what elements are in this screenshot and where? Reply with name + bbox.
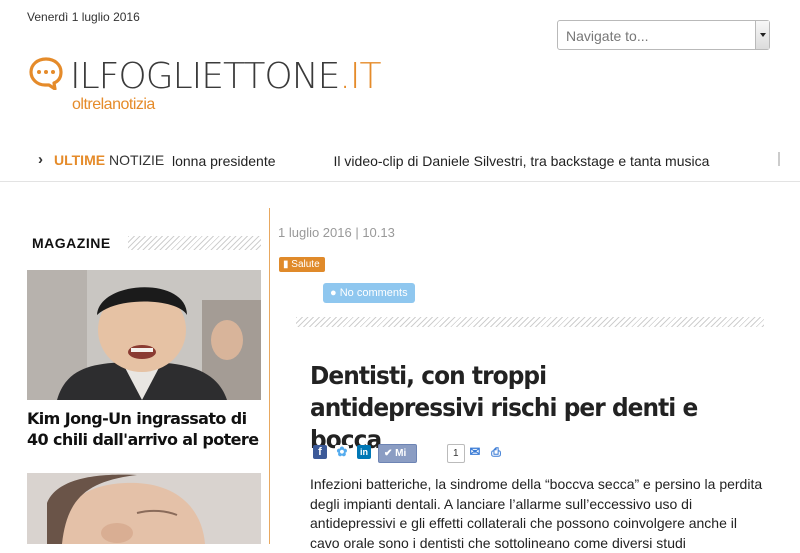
logo-tld: .IT (339, 56, 381, 97)
logo-tagline: oltrelanotizia (72, 96, 155, 113)
post-date: 1 luglio 2016 | 10.13 (278, 225, 395, 240)
chevron-right-icon: › (38, 151, 43, 168)
kim-jong-un-photo (27, 270, 261, 400)
category-label: Salute (291, 259, 320, 270)
ticker-label-strong: ULTIME (54, 152, 106, 168)
ticker-title: ULTIME NOTIZIE (54, 152, 164, 168)
chevron-down-icon[interactable] (755, 21, 769, 49)
sidebar-article-title[interactable]: Kim Jong-Un ingrassato di 40 chili dall'… (27, 408, 261, 450)
print-icon[interactable]: ⎙ (489, 445, 503, 459)
linkedin-icon[interactable]: in (357, 445, 371, 459)
twitter-icon[interactable]: ✿ (335, 445, 349, 459)
folder-icon: ▮ (283, 259, 289, 270)
article-divider-stripes (296, 317, 764, 327)
chat-bubble-logo-icon (29, 57, 63, 90)
navigate-select-value: Navigate to... (566, 28, 649, 44)
comments-badge[interactable]: ● No comments (323, 283, 415, 303)
sidebar-article-image[interactable] (27, 473, 261, 544)
article-title: Dentisti, con troppi antidepressivi risc… (310, 361, 698, 454)
sidebar-title: MAGAZINE (32, 235, 111, 251)
email-icon[interactable]: ✉ (468, 445, 482, 459)
like-count: 1 (447, 444, 465, 463)
ticker-divider (778, 152, 780, 166)
like-button[interactable]: ✔ Mi piace (378, 444, 417, 476)
header-divider (0, 181, 800, 182)
comment-icon: ● (330, 287, 337, 299)
checkmark-icon: ✔ (384, 448, 393, 459)
logo-name: ILFOGLIETTONE (70, 56, 340, 97)
ticker-label-rest: NOTIZIE (108, 152, 165, 168)
ticker-list: lonna presidente Il video-clip di Daniele… (172, 153, 767, 169)
article-body: Infezioni batteriche, la sindrome della … (310, 476, 763, 551)
current-date: Venerdì 1 luglio 2016 (27, 10, 140, 24)
logo-wordmark: ILFOGLIETTONE.IT (70, 56, 381, 97)
column-divider (269, 208, 270, 544)
sidebar-title-stripes (128, 236, 261, 250)
comments-label: No comments (339, 287, 408, 299)
sidebar-article-image[interactable] (27, 270, 261, 400)
category-badge[interactable]: ▮ Salute (279, 257, 325, 272)
facebook-icon[interactable]: f (313, 445, 327, 459)
ticker-item[interactable]: lonna presidente (172, 153, 276, 169)
navigate-select[interactable]: Navigate to... (557, 20, 770, 50)
ticker-item[interactable]: Il video-clip di Daniele Silvestri, tra … (334, 153, 710, 169)
woman-photo (27, 473, 261, 544)
